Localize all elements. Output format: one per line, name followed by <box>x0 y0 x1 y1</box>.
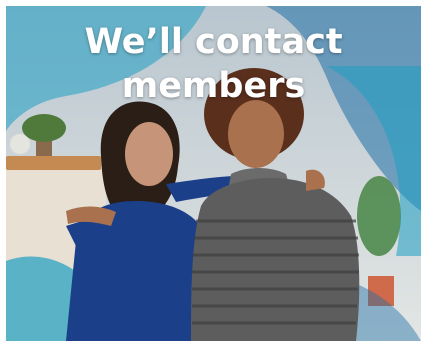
wooden-shelf <box>6 156 101 170</box>
shelf-bowl <box>10 134 30 154</box>
promo-banner: We’ll contact members <box>6 6 421 341</box>
headline-line-2: members <box>121 66 306 106</box>
headline-line-1: We’ll contact <box>84 22 343 62</box>
headline: We’ll contact members <box>6 20 421 108</box>
